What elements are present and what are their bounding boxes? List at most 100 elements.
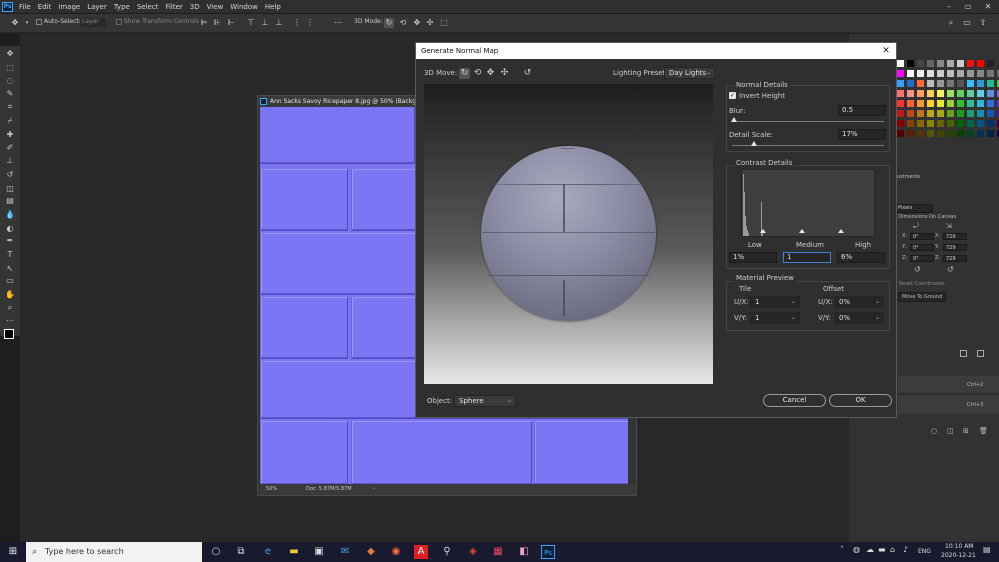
medium-field[interactable]: 1 (783, 252, 831, 263)
more-icon[interactable]: ⋯ (333, 18, 343, 28)
color-swatch[interactable] (897, 80, 904, 87)
color-swatch[interactable] (927, 100, 934, 107)
language-indicator[interactable]: ENG (918, 548, 931, 555)
color-swatch[interactable] (937, 80, 944, 87)
align-top-icon[interactable]: ⊤ (246, 18, 256, 28)
close-icon[interactable]: ✕ (980, 0, 996, 13)
network-icon[interactable]: ⌂ (890, 545, 895, 554)
color-swatch[interactable] (917, 70, 924, 77)
color-swatch[interactable] (957, 60, 964, 67)
move-to-ground-button[interactable]: Move To Ground (898, 292, 947, 302)
adjustments-tab[interactable]: ustments (897, 174, 920, 180)
high-handle[interactable] (838, 229, 844, 233)
edge-icon[interactable]: e (261, 545, 275, 559)
maximize-icon[interactable]: ▭ (960, 0, 976, 13)
menu-help[interactable]: Help (265, 3, 281, 11)
healing-brush-icon[interactable]: ✚ (4, 130, 16, 140)
menu-edit[interactable]: Edit (38, 3, 52, 11)
color-swatch[interactable] (927, 110, 934, 117)
color-swatch[interactable] (947, 100, 954, 107)
color-swatch[interactable] (947, 130, 954, 137)
quick-select-icon[interactable]: ✎ (4, 89, 16, 99)
blur-slider[interactable] (732, 121, 884, 122)
menu-window[interactable]: Window (230, 3, 258, 11)
color-swatch[interactable] (967, 80, 974, 87)
color-swatch[interactable] (927, 90, 934, 97)
color-swatch[interactable] (977, 80, 984, 87)
scale-z-field[interactable]: 729 (943, 255, 967, 262)
color-swatch[interactable] (937, 90, 944, 97)
color-swatch[interactable] (917, 120, 924, 127)
offset-ux-field[interactable]: 0% ⌄ (834, 296, 884, 308)
marquee-tool-icon[interactable]: ⬚ (4, 63, 16, 73)
color-swatch[interactable] (927, 120, 934, 127)
color-swatch[interactable] (917, 130, 924, 137)
brush-tool-icon[interactable]: ✐ (4, 143, 16, 153)
move-tool-icon[interactable]: ✥ (4, 49, 16, 59)
clock-time[interactable]: 10:10 AM (945, 543, 973, 550)
color-swatch[interactable] (957, 70, 964, 77)
chevron-up-icon[interactable]: ˄ (840, 545, 844, 554)
contrast-histogram[interactable] (741, 169, 875, 237)
color-swatch[interactable] (897, 90, 904, 97)
app-icon[interactable]: ◈ (466, 545, 480, 559)
3d-pan-icon[interactable]: ✥ (412, 18, 422, 28)
reset-scale-icon[interactable]: ↺ (947, 265, 954, 274)
color-swatch[interactable] (917, 100, 924, 107)
color-swatch[interactable] (917, 60, 924, 67)
slide-icon[interactable]: ✣ (499, 68, 510, 79)
distribute-icon[interactable]: ⋮ (292, 18, 302, 28)
color-swatch[interactable] (957, 130, 964, 137)
color-swatch[interactable] (937, 100, 944, 107)
search-icon[interactable]: ⌕ (946, 18, 956, 28)
notifications-icon[interactable]: ▤ (983, 545, 991, 554)
menu-image[interactable]: Image (58, 3, 80, 11)
show-transform-checkbox[interactable] (116, 19, 122, 25)
layer-select[interactable]: Layer (80, 18, 106, 27)
color-swatch[interactable] (957, 90, 964, 97)
color-swatch[interactable] (987, 90, 994, 97)
color-swatch[interactable] (977, 60, 984, 67)
new-channel-icon[interactable]: ⊞ (963, 427, 969, 435)
color-swatch[interactable] (937, 130, 944, 137)
menu-type[interactable]: Type (114, 3, 130, 11)
color-swatch[interactable] (947, 90, 954, 97)
app-icon[interactable]: ⚲ (440, 545, 454, 559)
firefox-icon[interactable]: ◉ (389, 545, 403, 559)
foreground-color-swatch[interactable] (4, 329, 14, 339)
pan-icon[interactable]: ✥ (485, 68, 496, 79)
menu-view[interactable]: View (207, 3, 224, 11)
file-explorer-icon[interactable]: ▬ (287, 545, 301, 559)
delete-icon[interactable]: 🗑 (979, 427, 988, 435)
save-selection-icon[interactable]: ◫ (947, 427, 954, 435)
move-tool-icon[interactable]: ✥ (10, 18, 20, 28)
close-icon[interactable]: ✕ (880, 44, 892, 58)
color-swatch[interactable] (947, 60, 954, 67)
color-swatch[interactable] (907, 60, 914, 67)
share-icon[interactable]: ⇪ (978, 18, 988, 28)
panel-icon[interactable] (977, 350, 984, 357)
app-icon[interactable]: ▦ (491, 545, 505, 559)
shape-tool-icon[interactable]: ▭ (4, 276, 16, 286)
cancel-button[interactable]: Cancel (763, 394, 826, 407)
scale-x-field[interactable]: 729 (943, 233, 967, 240)
color-swatch[interactable] (977, 120, 984, 127)
history-brush-icon[interactable]: ↺ (4, 170, 16, 180)
reset-view-icon[interactable]: ↺ (522, 68, 533, 79)
rot-y-field[interactable]: 0° (910, 244, 934, 251)
offset-vy-field[interactable]: 0% ⌄ (834, 312, 884, 324)
clock-date[interactable]: 2020-12-21 (941, 552, 976, 559)
scale-y-field[interactable]: 729 (943, 244, 967, 251)
auto-select-checkbox[interactable] (36, 19, 42, 25)
color-swatch[interactable] (937, 70, 944, 77)
cortana-icon[interactable]: ○ (209, 545, 223, 559)
roll-icon[interactable]: ⟲ (472, 68, 483, 79)
reset-coordinates-button[interactable]: Reset Coordinates (899, 281, 945, 287)
detail-scale-slider-thumb[interactable] (751, 141, 757, 146)
color-swatch[interactable] (907, 80, 914, 87)
channel-row[interactable]: Ctrl+2 (898, 376, 999, 394)
photoshop-taskbar-icon[interactable]: Ps (541, 545, 555, 559)
color-swatch[interactable] (917, 80, 924, 87)
color-swatch[interactable] (897, 120, 904, 127)
color-swatch[interactable] (897, 130, 904, 137)
